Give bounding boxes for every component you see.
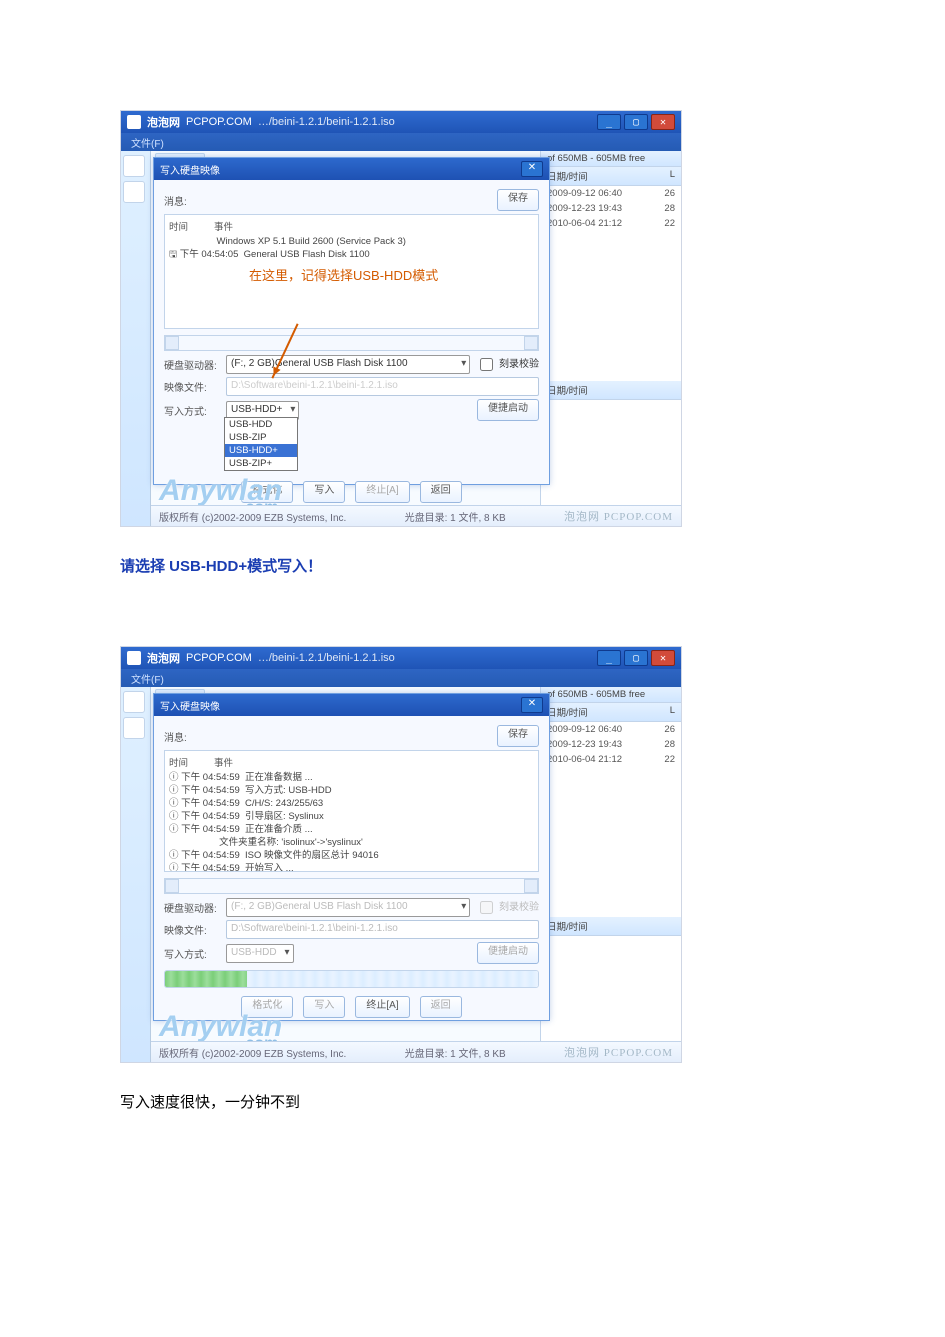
close-button[interactable]: ✕	[651, 114, 675, 130]
right-panel: of 650MB - 605MB free 日期/时间L 2009-09-12 …	[540, 687, 681, 1062]
menu-file[interactable]: 文件(F)	[131, 671, 164, 686]
drive-select: (F:, 2 GB)General USB Flash Disk 1100	[226, 898, 470, 917]
log-box: 时间事件 Windows XP 5.1 Build 2600 (Service …	[164, 214, 539, 329]
write-mode-select: USB-HDD	[226, 944, 294, 963]
label-message: 消息:	[164, 193, 220, 208]
window-titlebar: 泡泡网 PCPOP.COM …/beini-1.2.1/beini-1.2.1.…	[121, 111, 681, 133]
dialog-title: 写入硬盘映像	[160, 698, 220, 713]
file-row[interactable]: 2009-09-12 06:4026	[541, 186, 681, 201]
log-box: 时间事件 ⓘ 下午 04:54:59 正在准备数据 ... ⓘ 下午 04:54…	[164, 750, 539, 872]
label-message: 消息:	[164, 729, 220, 744]
title-path: …/beini-1.2.1/beini-1.2.1.iso	[258, 652, 395, 664]
dropdown-item[interactable]: USB-HDD+	[225, 444, 297, 457]
title-pcpop: PCPOP.COM	[186, 652, 252, 664]
h-scrollbar[interactable]	[164, 878, 539, 894]
quickboot-button[interactable]: 便捷启动	[477, 399, 539, 421]
back-button: 返回	[420, 996, 462, 1018]
save-button[interactable]: 保存	[497, 189, 539, 211]
menubar: 文件(F)	[121, 669, 681, 687]
file-row[interactable]: 2010-06-04 21:1222	[541, 216, 681, 231]
caption-usb-hdd: 请选择 USB-HDD+模式写入！	[120, 555, 825, 576]
toolbar-icon[interactable]	[123, 155, 145, 177]
abort-button[interactable]: 终止[A]	[355, 481, 409, 503]
close-button[interactable]: ✕	[651, 650, 675, 666]
maximize-button[interactable]: ▢	[624, 650, 648, 666]
right-panel: of 650MB - 605MB free 日期/时间L 2009-09-12 …	[540, 151, 681, 526]
drive-select[interactable]: (F:, 2 GB)General USB Flash Disk 1100	[226, 355, 470, 374]
main-area: 光盘目录 本地目录 🗀 BEINI 🗀 bo 🗀 to 💻 我的… 我 桌 网 …	[151, 687, 681, 1062]
statusbar: 版权所有 (c)2002-2009 EZB Systems, Inc. 光盘目录…	[151, 505, 681, 526]
app-icon	[127, 651, 141, 665]
toolbar-icon[interactable]	[123, 181, 145, 203]
dialog-title: 写入硬盘映像	[160, 162, 220, 177]
annotation-text: 在这里，记得选择USB-HDD模式	[249, 265, 438, 284]
dialog-close-button[interactable]: ✕	[521, 161, 543, 177]
label-mode: 写入方式:	[164, 946, 220, 961]
window-titlebar: 泡泡网 PCPOP.COM …/beini-1.2.1/beini-1.2.1.…	[121, 647, 681, 669]
maximize-button[interactable]: ▢	[624, 114, 648, 130]
verify-checkbox[interactable]: 刻录校验	[476, 355, 539, 374]
screenshot-2: 泡泡网 PCPOP.COM …/beini-1.2.1/beini-1.2.1.…	[120, 646, 682, 1063]
write-image-dialog: 写入硬盘映像 ✕ 消息: 保存 时间事件 ⓘ 下午 04:54:59 正在准备数…	[153, 693, 550, 1021]
image-path-field: D:\Software\beini-1.2.1\beini-1.2.1.iso	[226, 920, 539, 939]
dropdown-item[interactable]: USB-HDD	[225, 418, 297, 431]
left-toolbar	[121, 151, 151, 526]
abort-button[interactable]: 终止[A]	[355, 996, 409, 1018]
verify-checkbox: 刻录校验	[476, 898, 539, 917]
label-image: 映像文件:	[164, 922, 220, 937]
right-free-space: of 650MB - 605MB free	[541, 151, 681, 167]
title-pcpop: PCPOP.COM	[186, 116, 252, 128]
main-area: 光盘目录 本地目录 🗀 BEINI 🗀 bo 🗀 to 💻 我的… 我 桌 网 …	[151, 151, 681, 526]
write-image-dialog: 写入硬盘映像 ✕ 消息: 保存 时间事件 Windows XP 5.1 Buil…	[153, 157, 550, 485]
screenshot-1: 泡泡网 PCPOP.COM …/beini-1.2.1/beini-1.2.1.…	[120, 110, 682, 527]
app-icon	[127, 115, 141, 129]
write-button: 写入	[303, 996, 345, 1018]
file-row[interactable]: 2009-12-23 19:4328	[541, 737, 681, 752]
label-image: 映像文件:	[164, 379, 220, 394]
file-row[interactable]: 2010-06-04 21:1222	[541, 752, 681, 767]
label-drive: 硬盘驱动器:	[164, 900, 220, 915]
quickboot-button: 便捷启动	[477, 942, 539, 964]
write-mode-dropdown[interactable]: USB-HDD USB-ZIP USB-HDD+ USB-ZIP+	[224, 417, 298, 471]
title-path: …/beini-1.2.1/beini-1.2.1.iso	[258, 116, 395, 128]
app-brand: 泡泡网	[147, 114, 180, 130]
save-button[interactable]: 保存	[497, 725, 539, 747]
dialog-close-button[interactable]: ✕	[521, 697, 543, 713]
toolbar-icon[interactable]	[123, 691, 145, 713]
document-page: 泡泡网 PCPOP.COM …/beini-1.2.1/beini-1.2.1.…	[0, 0, 945, 1192]
right-header-empty: 日期/时间	[541, 381, 681, 400]
write-button[interactable]: 写入	[303, 481, 345, 503]
label-drive: 硬盘驱动器:	[164, 357, 220, 372]
menubar: 文件(F)	[121, 133, 681, 151]
app-brand: 泡泡网	[147, 650, 180, 666]
file-row[interactable]: 2009-09-12 06:4026	[541, 722, 681, 737]
dropdown-item[interactable]: USB-ZIP+	[225, 457, 297, 470]
caption-speed: 写入速度很快，一分钟不到	[120, 1091, 825, 1112]
menu-file[interactable]: 文件(F)	[131, 135, 164, 150]
minimize-button[interactable]: _	[597, 650, 621, 666]
statusbar: 版权所有 (c)2002-2009 EZB Systems, Inc. 光盘目录…	[151, 1041, 681, 1062]
right-header: 日期/时间L	[541, 167, 681, 186]
toolbar-icon[interactable]	[123, 717, 145, 739]
left-toolbar	[121, 687, 151, 1062]
label-mode: 写入方式:	[164, 403, 220, 418]
back-button[interactable]: 返回	[420, 481, 462, 503]
progress-bar	[164, 970, 539, 988]
file-row[interactable]: 2009-12-23 19:4328	[541, 201, 681, 216]
h-scrollbar[interactable]	[164, 335, 539, 351]
dropdown-item[interactable]: USB-ZIP	[225, 431, 297, 444]
minimize-button[interactable]: _	[597, 114, 621, 130]
